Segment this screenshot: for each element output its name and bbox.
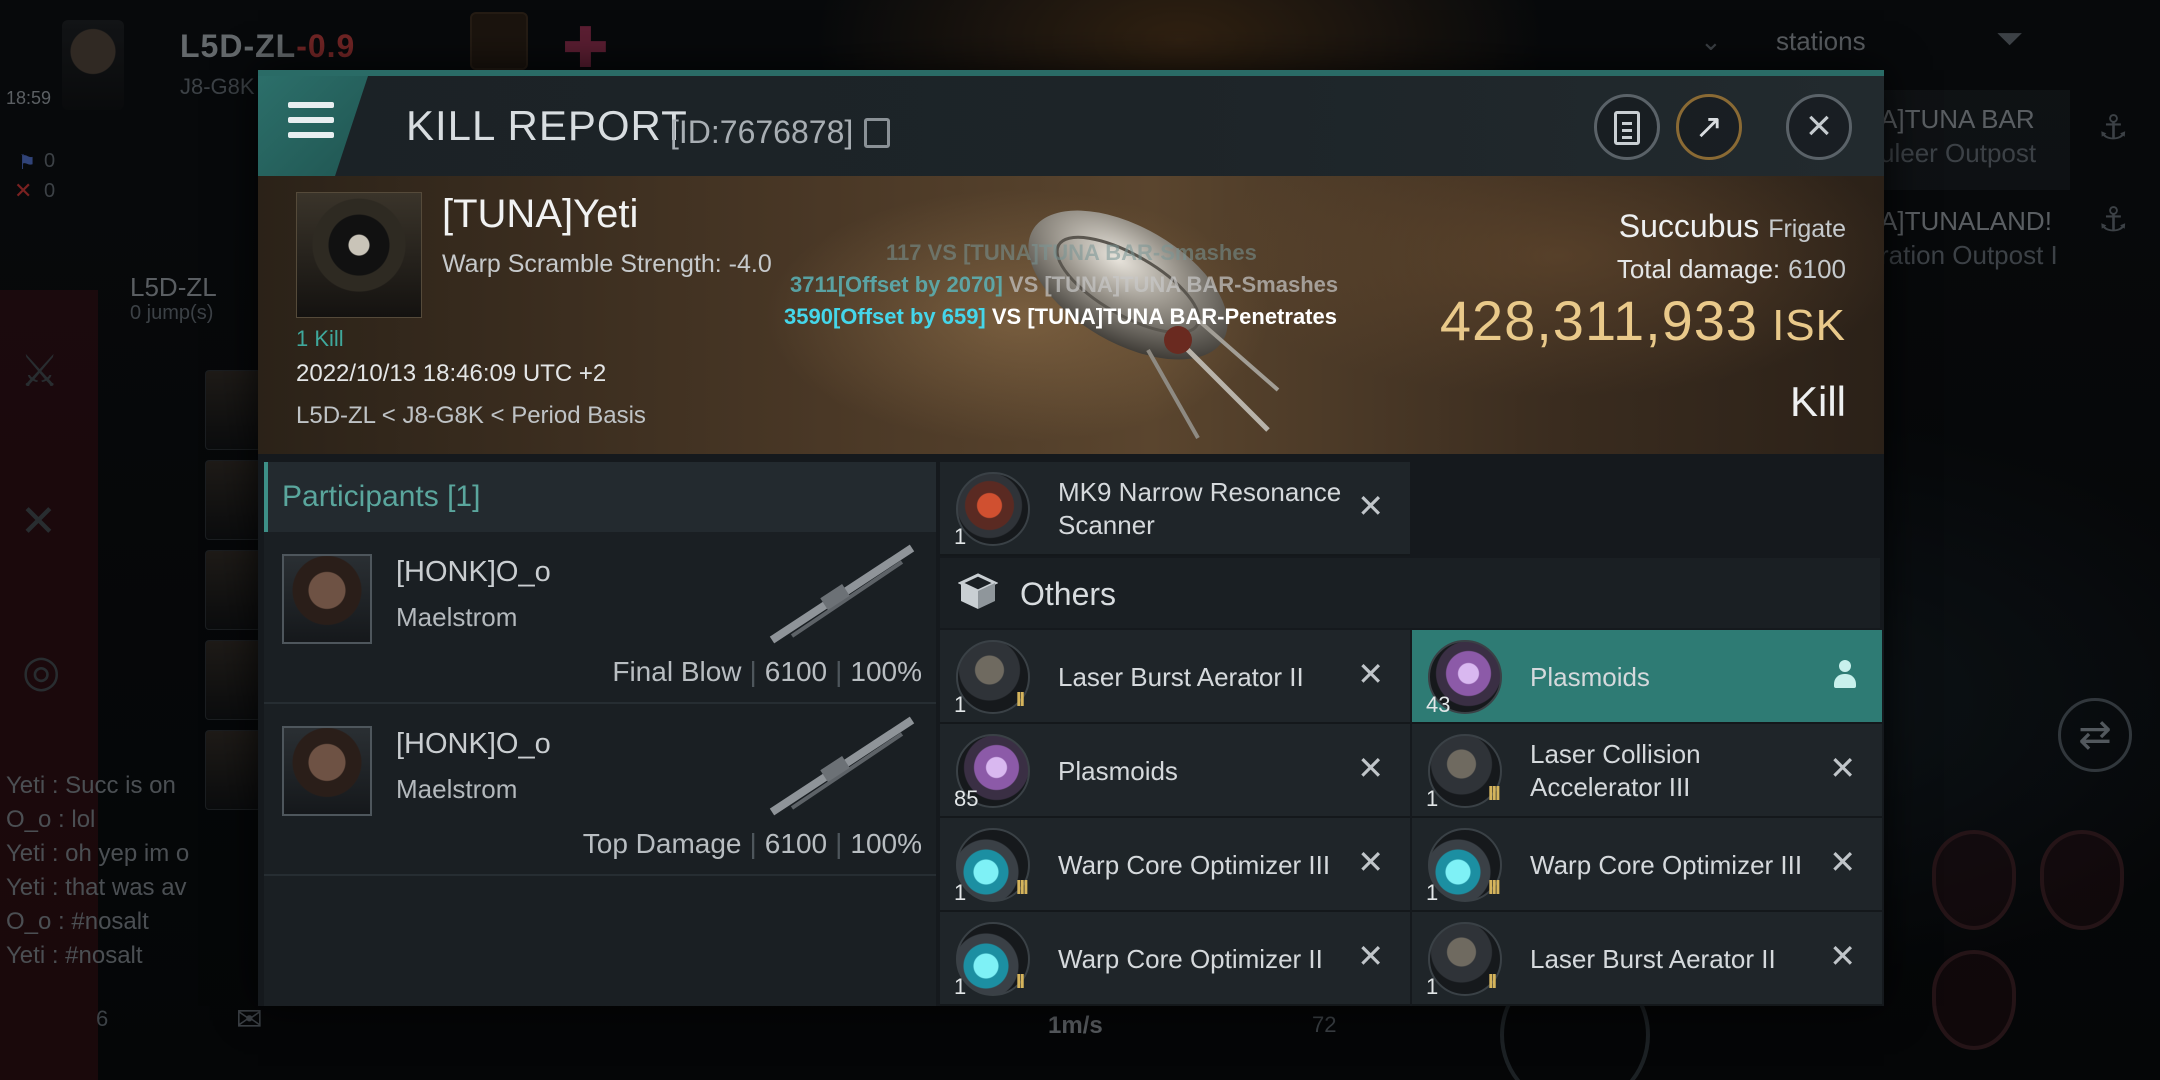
- destroyed-icon: ✕: [1357, 844, 1384, 880]
- tech-tier-badge: III: [1488, 783, 1501, 805]
- participant-name: [HONK]O_o: [396, 556, 551, 588]
- damage-log-line: 3711[Offset by 2070] VS [TUNA]TUNA BAR-S…: [790, 272, 1339, 297]
- item-name: Warp Core Optimizer III: [1530, 849, 1803, 880]
- victim-banner: [TUNA]Yeti Warp Scramble Strength: -4.0 …: [258, 176, 1884, 454]
- participant-row[interactable]: [HONK]O_o Maelstrom Top Damage | 6100 | 100%: [264, 704, 936, 876]
- tech-tier-badge: II: [1016, 689, 1025, 711]
- victim-portrait[interactable]: [296, 192, 422, 318]
- tech-tier-badge: III: [1488, 877, 1501, 899]
- participant-row[interactable]: [HONK]O_o Maelstrom Final Blow | 6100 | 100%: [264, 532, 936, 704]
- tech-tier-badge: III: [1016, 877, 1029, 899]
- item-quantity: 1: [1426, 880, 1439, 905]
- isk-value: 428,311,933 ISK: [1439, 289, 1846, 352]
- item-name: Laser Burst Aerator II: [1530, 943, 1776, 974]
- destroyed-icon: ✕: [1829, 844, 1856, 880]
- others-section-header[interactable]: Others: [940, 558, 1880, 628]
- cargo-box-icon: [958, 573, 998, 609]
- share-button[interactable]: ↗: [1676, 94, 1742, 160]
- ship-type: Succubus Frigate: [1618, 208, 1846, 244]
- weapon-icon: [769, 544, 915, 644]
- participant-name: [HONK]O_o: [396, 728, 551, 760]
- total-damage: Total damage: 6100: [1616, 254, 1846, 284]
- clipboard-icon: [1614, 111, 1640, 145]
- item-row[interactable]: 1 II Laser Burst Aerator II ✕: [940, 630, 1410, 724]
- item-row[interactable]: 85 Plasmoids ✕: [940, 724, 1410, 818]
- tech-tier-badge: II: [1016, 971, 1025, 993]
- victim-name[interactable]: [TUNA]Yeti: [442, 192, 638, 237]
- item-quantity: 1: [1426, 786, 1439, 811]
- destroyed-icon: ✕: [1829, 938, 1856, 974]
- item-name: Plasmoids: [1530, 661, 1650, 692]
- item-quantity: 1: [954, 524, 967, 549]
- item-row[interactable]: 1 III Laser Collision Accelerator III ✕: [1412, 724, 1882, 818]
- scanner-icon: [956, 472, 1030, 546]
- item-name: MK9 Narrow Resonance Scanner: [1058, 477, 1342, 540]
- modal-title: KILL REPORT: [406, 102, 688, 149]
- participant-ship: Maelstrom: [396, 774, 518, 804]
- report-id: [ID:7676878]: [670, 114, 854, 150]
- item-row[interactable]: 1 II Laser Burst Aerator II ✕: [1412, 912, 1882, 1006]
- item-quantity: 1: [1426, 974, 1439, 999]
- damage-log-line: 117 VS [TUNA]TUNA BAR-Smashes: [886, 240, 1257, 265]
- modal-header: KILL REPORT [ID:7676878] ↗ ×: [258, 76, 1884, 176]
- damage-log-line: 3590[Offset by 659] VS [TUNA]TUNA BAR-Pe…: [784, 304, 1337, 329]
- copy-icon[interactable]: [864, 118, 890, 148]
- menu-icon: [288, 102, 334, 142]
- fitted-items-panel: 1 MK9 Narrow Resonance Scanner ✕ Others …: [940, 462, 1882, 1006]
- destroyed-icon: ✕: [1357, 656, 1384, 692]
- item-name: Laser Burst Aerator II: [1058, 661, 1304, 692]
- item-row[interactable]: 43 Plasmoids: [1412, 630, 1882, 724]
- participants-panel: Participants [1] [HONK]O_o Maelstrom Fin…: [264, 462, 936, 1006]
- participant-stats: Final Blow | 6100 | 100%: [612, 656, 922, 687]
- weapon-icon: [769, 716, 915, 816]
- warp-scramble-strength: Warp Scramble Strength: -4.0: [442, 250, 772, 278]
- menu-button[interactable]: [258, 76, 368, 176]
- kill-datetime: 2022/10/13 18:46:09 UTC +2: [296, 360, 607, 387]
- participant-stats: Top Damage | 6100 | 100%: [582, 828, 922, 859]
- participant-ship: Maelstrom: [396, 602, 518, 632]
- destroyed-icon: ✕: [1357, 750, 1384, 786]
- participant-avatar[interactable]: [282, 726, 372, 816]
- close-icon: ×: [1806, 101, 1832, 150]
- clipboard-button[interactable]: [1594, 94, 1660, 160]
- item-name: Plasmoids: [1058, 755, 1178, 786]
- kill-count: 1 Kill: [296, 326, 344, 351]
- others-label: Others: [1020, 576, 1117, 612]
- tech-tier-badge: II: [1488, 971, 1497, 993]
- item-row[interactable]: 1 MK9 Narrow Resonance Scanner ✕: [940, 462, 1410, 556]
- item-row[interactable]: 1 III Warp Core Optimizer III ✕: [940, 818, 1410, 912]
- kill-report-modal: KILL REPORT [ID:7676878] ↗ × [TUNA]Yeti …: [258, 70, 1884, 1006]
- destroyed-icon: ✕: [1357, 938, 1384, 974]
- kill-outcome: Kill: [1789, 378, 1846, 425]
- person-icon[interactable]: [1834, 660, 1856, 692]
- item-quantity: 85: [954, 786, 979, 811]
- item-name: Warp Core Optimizer III: [1058, 849, 1331, 880]
- item-quantity: 1: [954, 880, 967, 905]
- item-name: Laser Collision Accelerator III: [1530, 739, 1701, 802]
- participant-avatar[interactable]: [282, 554, 372, 644]
- item-quantity: 43: [1426, 692, 1451, 717]
- item-row[interactable]: 1 III Warp Core Optimizer III ✕: [1412, 818, 1882, 912]
- item-quantity: 1: [954, 974, 967, 999]
- item-quantity: 1: [954, 692, 967, 717]
- kill-location-route: L5D-ZL < J8-G8K < Period Basis: [296, 402, 646, 429]
- close-button[interactable]: ×: [1786, 94, 1852, 160]
- destroyed-icon: ✕: [1357, 488, 1384, 524]
- item-name: Warp Core Optimizer II: [1058, 943, 1323, 974]
- share-icon: ↗: [1694, 108, 1724, 146]
- participants-header[interactable]: Participants [1]: [264, 462, 936, 532]
- destroyed-icon: ✕: [1829, 750, 1856, 786]
- item-row[interactable]: 1 II Warp Core Optimizer II ✕: [940, 912, 1410, 1006]
